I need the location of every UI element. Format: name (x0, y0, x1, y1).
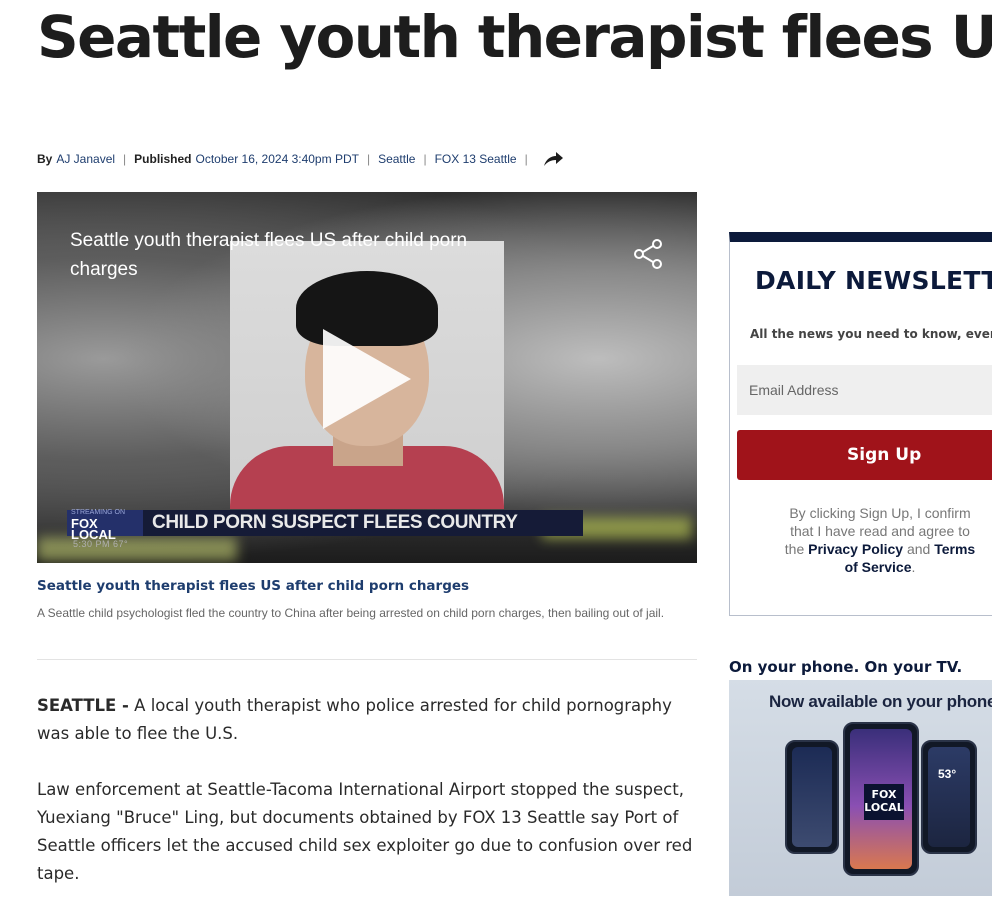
phone-screen: FOX LOCAL (850, 729, 912, 869)
phone-left (785, 740, 839, 854)
article-paragraph: Law enforcement at Seattle-Tacoma Intern… (37, 780, 693, 883)
video-title: Seattle youth therapist flees US after c… (70, 230, 468, 280)
logo-fox-local-text: FOX LOCAL (71, 515, 116, 542)
meta-separator: | (524, 152, 528, 166)
article-paragraph: SEATTLE - A local youth therapist who po… (37, 692, 707, 748)
weather-temp: 53° (938, 767, 957, 781)
legal-and: and (906, 541, 931, 557)
published-label: Published (134, 152, 192, 166)
newsletter-title: DAILY NEWSLETTER (755, 266, 992, 295)
email-field[interactable] (737, 365, 992, 415)
meta-separator: | (123, 152, 127, 166)
video-caption-title[interactable]: Seattle youth therapist flees US after c… (37, 578, 469, 594)
lower-third-text: CHILD PORN SUSPECT FLEES COUNTRY (152, 512, 518, 533)
lower-third-banner: STREAMING ON FOX LOCAL CHILD PORN SUSPEC… (67, 509, 583, 541)
dateline: SEATTLE - (37, 696, 129, 715)
share-nodes-icon[interactable] (633, 239, 665, 273)
meta-separator: | (423, 152, 427, 166)
meta-separator: | (366, 152, 371, 166)
newsletter-legal: By clicking Sign Up, I confirm that I ha… (780, 504, 980, 576)
article-body: SEATTLE - A local youth therapist who po… (37, 692, 707, 916)
published-date: October 16, 2024 3:40pm PDT (195, 152, 359, 166)
byline-prefix: By (37, 152, 53, 166)
logo-line-1: FOX (871, 788, 897, 801)
share-arrow-icon[interactable] (542, 150, 564, 168)
phone-screen (792, 747, 832, 847)
fox-local-logo: STREAMING ON FOX LOCAL (67, 509, 143, 541)
paragraph-text: A local youth therapist who police arres… (37, 696, 672, 743)
fox-local-app-promo[interactable]: Now available on your phone 53° FOX LOCA… (729, 680, 992, 896)
video-player[interactable]: Seattle youth therapist flees US after c… (37, 192, 697, 563)
video-caption-description: A Seattle child psychologist fled the co… (37, 606, 665, 620)
author-link[interactable]: AJ Janavel (56, 152, 115, 166)
signup-button[interactable]: Sign Up (737, 430, 992, 480)
privacy-policy-link[interactable]: Privacy Policy (808, 541, 903, 557)
divider (37, 659, 697, 660)
play-icon[interactable] (323, 329, 411, 429)
phone-screen: 53° (928, 747, 970, 847)
article-headline: Seattle youth therapist flees US after c… (37, 3, 992, 71)
tag-link-fox13[interactable]: FOX 13 Seattle (435, 152, 517, 166)
fox-local-app-logo: FOX LOCAL (864, 784, 904, 820)
newsletter-subtitle: All the news you need to know, every day (750, 327, 992, 341)
article-meta: By AJ Janavel | Published October 16, 20… (37, 150, 564, 168)
legal-suffix: . (911, 559, 916, 575)
newsletter-signup: DAILY NEWSLETTER All the news you need t… (729, 232, 992, 616)
promo-heading: On your phone. On your TV. (729, 658, 963, 676)
video-blur-stripe (37, 537, 237, 561)
logo-line-2: LOCAL (864, 801, 904, 814)
broadcast-time: 5:30 PM 67° (73, 539, 129, 549)
phone-right: 53° (921, 740, 977, 854)
promo-tagline: Now available on your phone (769, 692, 992, 711)
phone-center: FOX LOCAL (843, 722, 919, 876)
tag-link-seattle[interactable]: Seattle (378, 152, 415, 166)
